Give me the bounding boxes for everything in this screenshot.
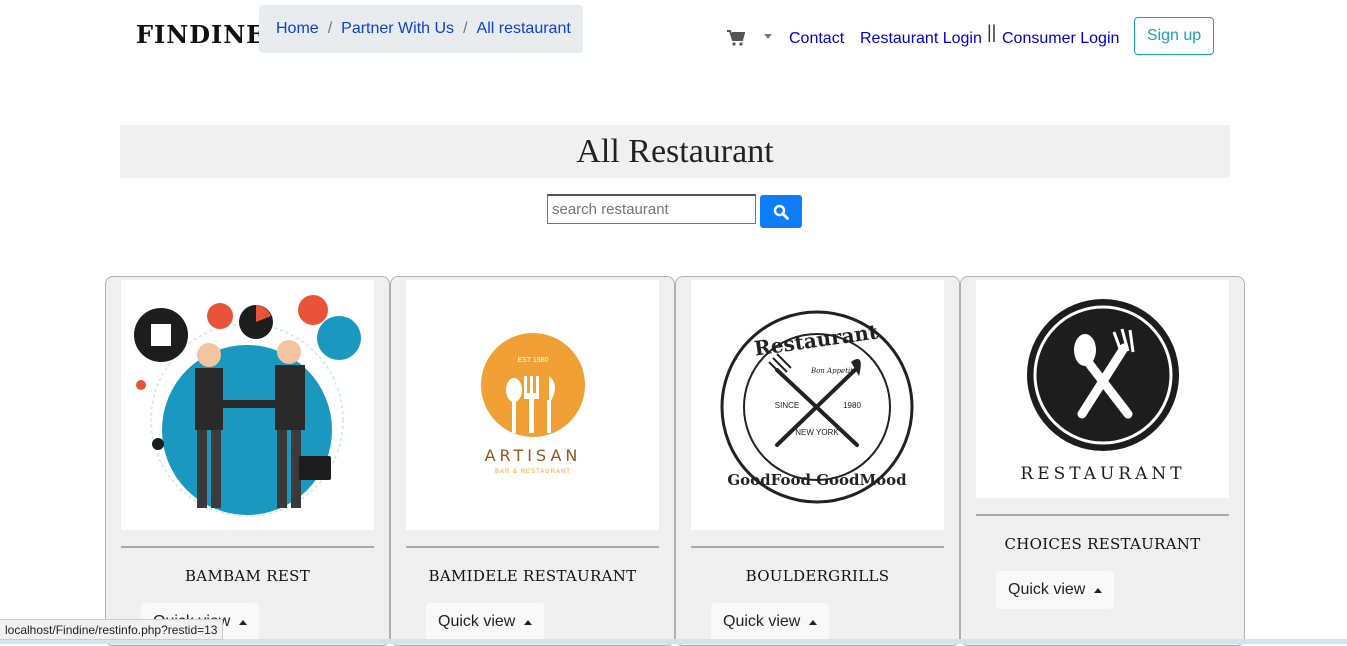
seal-year-text: 1980 — [843, 401, 861, 410]
card-divider — [121, 546, 374, 548]
cart-dropdown-caret-icon[interactable] — [764, 34, 772, 39]
caret-up-icon — [239, 619, 248, 625]
search-button[interactable] — [760, 195, 802, 228]
browser-status-url: localhost/Findine/restinfo.php?restid=13 — [0, 619, 224, 640]
breadcrumb-all-restaurant[interactable]: All restaurant — [477, 20, 571, 38]
card-divider — [976, 514, 1229, 516]
caret-up-icon — [524, 619, 533, 625]
restaurant-card[interactable]: RESTAURANT Choices Restaurant Quick view — [960, 276, 1245, 646]
quick-view-label: Quick view — [438, 613, 516, 630]
logo-est-text: EST 1980 — [517, 357, 548, 364]
restaurant-image-plate[interactable]: RESTAURANT — [976, 280, 1229, 498]
breadcrumb-partner[interactable]: Partner With Us — [341, 20, 454, 38]
quick-view-button[interactable]: Quick view — [996, 571, 1115, 609]
search-input[interactable] — [547, 194, 756, 224]
nav-separator: || — [987, 22, 997, 42]
card-divider — [406, 546, 659, 548]
breadcrumb-home[interactable]: Home — [276, 20, 319, 38]
nav-contact-link[interactable]: Contact — [789, 30, 844, 48]
quick-view-label: Quick view — [1008, 581, 1086, 598]
search-icon — [773, 204, 789, 220]
seal-since-text: SINCE — [775, 401, 799, 410]
logo-title-text: RESTAURANT — [1020, 464, 1185, 484]
nav-consumer-login-link[interactable]: Consumer Login — [1002, 30, 1119, 48]
restaurant-image-artisan[interactable]: EST 1980 ARTISAN BAR & RESTAURANT — [406, 280, 659, 530]
breadcrumb: Home / Partner With Us / All restaurant — [259, 5, 583, 53]
breadcrumb-separator: / — [327, 20, 333, 37]
restaurant-name[interactable]: Bouldergrills — [676, 567, 959, 585]
seal-city-text: NEW YORK — [795, 428, 839, 437]
seal-bottom-text: GoodFood GoodMood — [727, 471, 907, 489]
logo-subtitle-text: BAR & RESTAURANT — [495, 469, 571, 475]
page-title: All Restaurant — [120, 125, 1230, 178]
card-divider — [691, 546, 944, 548]
restaurant-card[interactable]: Restaurant Bon Appetit SINCE 1980 NEW YO… — [675, 276, 960, 646]
restaurant-name[interactable]: Choices Restaurant — [961, 535, 1244, 553]
restaurant-card[interactable]: EST 1980 ARTISAN BAR & RESTAURANT Bamide… — [390, 276, 675, 646]
restaurant-name[interactable]: Bambam Rest — [106, 567, 389, 585]
nav-restaurant-login-link[interactable]: Restaurant Login — [860, 30, 982, 48]
quick-view-button[interactable]: Quick view — [711, 603, 830, 641]
quick-view-label: Quick view — [723, 613, 801, 630]
restaurant-image-seal[interactable]: Restaurant Bon Appetit SINCE 1980 NEW YO… — [691, 280, 944, 530]
breadcrumb-separator: / — [463, 20, 468, 37]
logo-title-text: ARTISAN — [485, 446, 582, 465]
cart-icon[interactable] — [727, 30, 746, 51]
seal-title-text: Restaurant — [753, 319, 881, 360]
quick-view-button[interactable]: Quick view — [426, 603, 545, 641]
restaurant-card[interactable]: Bambam Rest Quick view — [105, 276, 390, 646]
signup-button[interactable]: Sign up — [1134, 17, 1214, 55]
caret-up-icon — [1094, 587, 1103, 593]
caret-up-icon — [809, 619, 818, 625]
restaurant-image-business[interactable] — [121, 280, 374, 530]
brand-logo[interactable]: FINDINE — [136, 20, 265, 49]
restaurant-name[interactable]: Bamidele Restaurant — [391, 567, 674, 585]
seal-tag-text: Bon Appetit — [810, 367, 853, 375]
